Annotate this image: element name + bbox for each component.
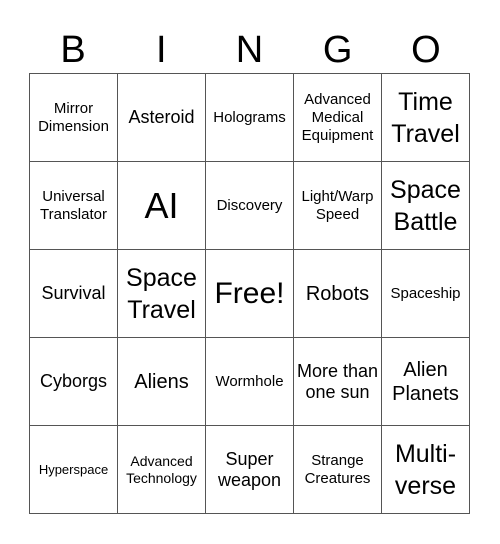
bingo-cell-text: More than one sun (296, 360, 379, 402)
bingo-cell[interactable]: Discovery (206, 162, 294, 250)
bingo-cell-text: Hyperspace (38, 462, 109, 477)
bingo-cell[interactable]: Spaceship (382, 250, 470, 338)
bingo-cell-text: Super weapon (217, 448, 282, 490)
bingo-cell[interactable]: AI (118, 162, 206, 250)
bingo-cell-text: Spaceship (390, 284, 461, 302)
bingo-cell[interactable]: Strange Creatures (294, 426, 382, 514)
bingo-cell-text: Strange Creatures (304, 451, 371, 487)
bingo-cell-text: Space Travel (126, 263, 197, 324)
bingo-cell[interactable]: Time Travel (382, 74, 470, 162)
bingo-cell-text: Free! (214, 276, 285, 310)
bingo-cell[interactable]: Survival (30, 250, 118, 338)
bingo-cell[interactable]: Hyperspace (30, 426, 118, 514)
bingo-cell-text: Cyborgs (39, 371, 108, 391)
bingo-header: B I N G O (29, 28, 470, 72)
bingo-cell[interactable]: Mirror Dimension (30, 74, 118, 162)
bingo-cell[interactable]: Universal Translator (30, 162, 118, 250)
header-letter-n: N (235, 29, 264, 71)
bingo-cell[interactable]: Super weapon (206, 426, 294, 514)
bingo-cell[interactable]: Asteroid (118, 74, 206, 162)
bingo-cell-text: Asteroid (128, 107, 195, 127)
header-letter-o: O (411, 29, 441, 71)
bingo-cell-text: Holograms (213, 108, 286, 126)
bingo-cell-text: Advanced Technology (126, 452, 197, 486)
bingo-cell-text: Advanced Medical Equipment (301, 90, 374, 144)
bingo-grid: Mirror Dimension Asteroid Holograms Advance… (29, 73, 470, 514)
bingo-cell[interactable]: Multi-verse (382, 426, 470, 514)
bingo-cell[interactable]: Advanced Medical Equipment (294, 74, 382, 162)
bingo-cell-text: Wormhole (215, 372, 284, 390)
bingo-cell[interactable]: Space Travel (118, 250, 206, 338)
bingo-cell[interactable]: Free! (206, 250, 294, 338)
bingo-cell[interactable]: Space Battle (382, 162, 470, 250)
bingo-cell-text: AI (144, 184, 179, 226)
bingo-cell[interactable]: Alien Planets (382, 338, 470, 426)
bingo-cell-text: Aliens (134, 370, 189, 393)
bingo-cell[interactable]: Advanced Technology (118, 426, 206, 514)
bingo-cell-text: Time Travel (391, 87, 460, 148)
bingo-cell-text: Robots (305, 282, 370, 305)
bingo-cell-text: Universal Translator (40, 187, 107, 223)
bingo-cell[interactable]: Holograms (206, 74, 294, 162)
bingo-cell[interactable]: Aliens (118, 338, 206, 426)
bingo-cell[interactable]: Light/Warp Speed (294, 162, 382, 250)
bingo-cell-text: Mirror Dimension (38, 99, 109, 135)
bingo-cell[interactable]: More than one sun (294, 338, 382, 426)
header-letter-b: B (60, 29, 86, 71)
bingo-cell-text: Alien Planets (392, 358, 459, 405)
bingo-cell[interactable]: Cyborgs (30, 338, 118, 426)
bingo-cell-text: Multi-verse (394, 439, 457, 500)
bingo-cell-text: Survival (41, 283, 106, 303)
bingo-cell-text: Light/Warp Speed (301, 187, 374, 223)
bingo-cell[interactable]: Robots (294, 250, 382, 338)
bingo-cell-text: Discovery (216, 196, 283, 214)
bingo-cell-text: Space Battle (390, 175, 461, 236)
header-letter-g: G (322, 29, 353, 71)
bingo-cell[interactable]: Wormhole (206, 338, 294, 426)
header-letter-i: I (156, 29, 167, 71)
